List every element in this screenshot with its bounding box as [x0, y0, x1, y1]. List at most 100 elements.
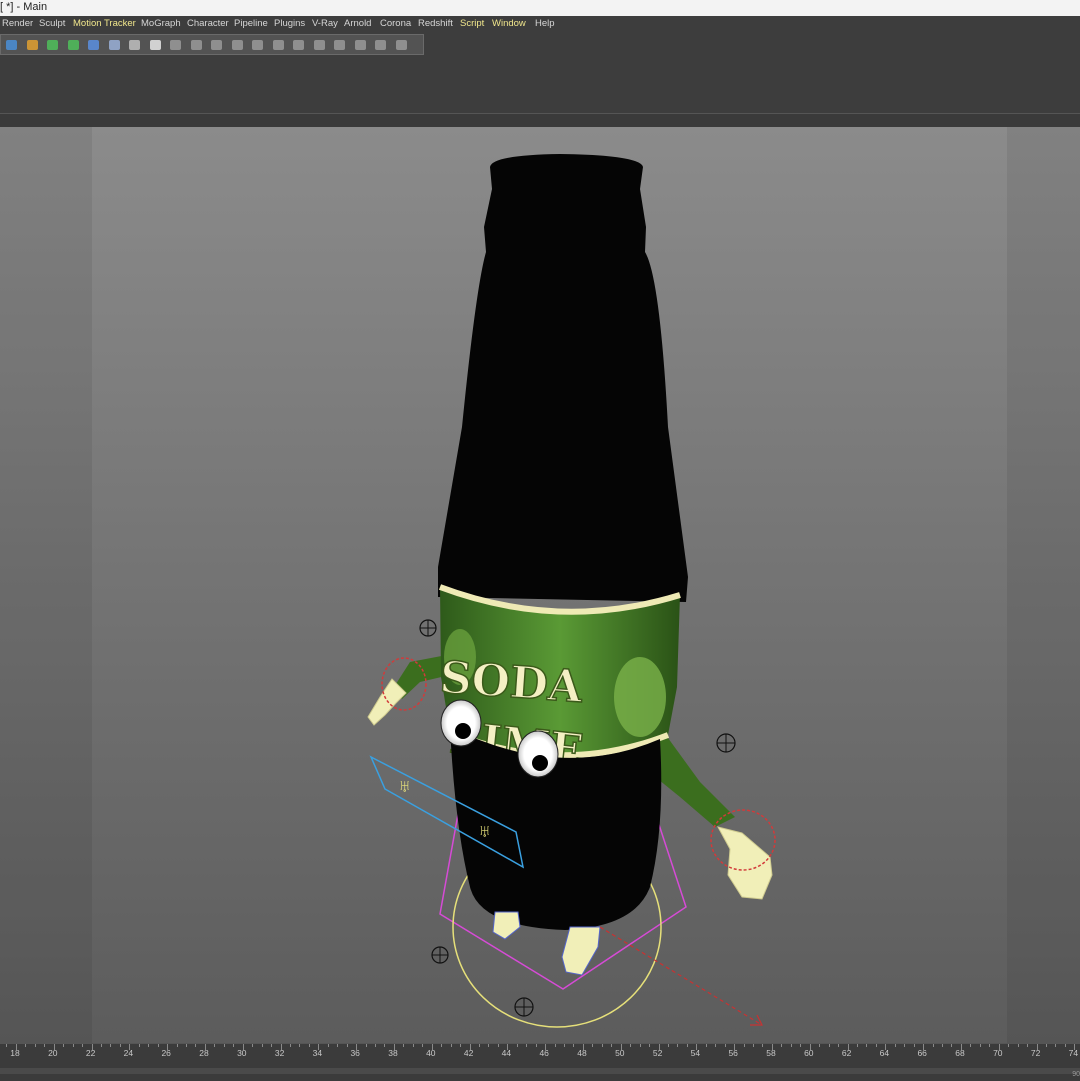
menu-sculpt[interactable]: Sculpt: [39, 16, 65, 32]
right-pupil: [532, 755, 548, 771]
ruler-tick: [686, 1044, 688, 1047]
ruler-tick: [828, 1044, 830, 1047]
left-eye: [440, 699, 482, 747]
ik-foot-symbol: ♅: [398, 776, 412, 796]
ruler-tick: [431, 1044, 433, 1050]
array2-icon[interactable]: [372, 37, 389, 53]
ruler-tick: [979, 1044, 981, 1047]
ruler-tick: [356, 1044, 358, 1050]
ruler-tick: [1008, 1044, 1010, 1047]
deformer-icon[interactable]: [85, 37, 102, 53]
ruler-tick: [91, 1044, 93, 1050]
ruler-tick: [242, 1044, 244, 1050]
menu-window[interactable]: Window: [492, 16, 526, 32]
ruler-tick: [450, 1044, 452, 1047]
menu-arnold[interactable]: Arnold: [344, 16, 371, 32]
null-target[interactable]: [716, 733, 736, 753]
ruler-tick: [951, 1044, 953, 1047]
ruler-tick: [1017, 1044, 1019, 1047]
ruler-tick: [72, 1044, 74, 1047]
ruler-tick: [469, 1044, 471, 1050]
ruler-tick: [800, 1044, 802, 1047]
ruler-tick: [866, 1044, 868, 1047]
menu-character[interactable]: Character: [187, 16, 229, 32]
menu-help[interactable]: Help: [535, 16, 555, 32]
ruler-tick: [989, 1044, 991, 1047]
viewport-header: [0, 113, 1080, 128]
camera-icon[interactable]: [126, 37, 143, 53]
ruler-tick: [375, 1044, 376, 1047]
3d-viewport[interactable]: SODA LIME ♅ ♅: [0, 127, 1080, 1043]
ruler-tick: [403, 1044, 405, 1047]
menu-motion-tracker[interactable]: Motion Tracker: [73, 16, 136, 32]
ruler-tick: [100, 1044, 102, 1047]
null-target[interactable]: [514, 997, 534, 1017]
ruler-tick: [639, 1044, 641, 1047]
toolbar: [0, 33, 1080, 57]
ruler-tick: [129, 1044, 131, 1050]
ruler-tick: [308, 1044, 310, 1047]
wrap-icon[interactable]: [331, 37, 348, 53]
ruler-tick: [223, 1044, 225, 1047]
ruler-tick: [214, 1044, 216, 1047]
ruler-tick: [507, 1044, 509, 1050]
ruler-tick: [25, 1044, 27, 1047]
floor-icon[interactable]: [106, 37, 123, 53]
ruler-tick: [913, 1044, 915, 1047]
menu-plugins[interactable]: Plugins: [274, 16, 305, 32]
menu-mograph[interactable]: MoGraph: [141, 16, 181, 32]
ruler-tick: [34, 1044, 36, 1047]
menu-pipeline[interactable]: Pipeline: [234, 16, 268, 32]
ruler-tick: [119, 1044, 121, 1047]
ik-foot-symbol: ♅: [478, 821, 492, 841]
menu-redshift[interactable]: Redshift: [418, 16, 453, 32]
ruler-tick: [261, 1044, 263, 1047]
sphere-gen-icon[interactable]: [65, 37, 82, 53]
secondary-toolbar: [0, 57, 1080, 151]
bulge-icon[interactable]: [290, 37, 307, 53]
ruler-tick: [923, 1044, 925, 1050]
ruler-tick: [412, 1044, 414, 1047]
ruler-tick: [573, 1044, 575, 1047]
ruler-tick: [167, 1044, 169, 1050]
menu-script[interactable]: Script: [460, 16, 484, 32]
grid-icon[interactable]: [167, 37, 184, 53]
ruler-tick: [960, 1044, 962, 1050]
ruler-tick: [280, 1044, 282, 1050]
shear-icon[interactable]: [311, 37, 328, 53]
ruler-tick: [838, 1044, 840, 1047]
array3-icon[interactable]: [393, 37, 410, 53]
light-icon[interactable]: [147, 37, 164, 53]
spline-icon[interactable]: [188, 37, 205, 53]
ruler-tick: [696, 1044, 698, 1050]
timeline-scrubber[interactable]: [0, 1068, 1080, 1074]
ruler-tick: [705, 1044, 707, 1047]
taper-icon[interactable]: [270, 37, 287, 53]
ruler-tick: [110, 1044, 112, 1047]
ruler-tick: [299, 1044, 301, 1047]
twist-icon[interactable]: [249, 37, 266, 53]
ruler-tick: [1055, 1044, 1057, 1047]
timeline-ruler[interactable]: 90 18 20 22 24 26 28 30 32 34 36 38 40 42 44 46 48 50 52 5…: [0, 1043, 1080, 1081]
ruler-tick: [790, 1044, 792, 1047]
null-target[interactable]: [431, 946, 449, 964]
ruler-tick: [970, 1044, 972, 1047]
pen-icon[interactable]: [24, 37, 41, 53]
null-target[interactable]: [419, 619, 437, 637]
cloner-icon[interactable]: [44, 37, 61, 53]
menu-render[interactable]: Render: [2, 16, 33, 32]
ruler-tick: [667, 1044, 669, 1047]
ruler-tick: [771, 1044, 773, 1050]
ruler-tick: [753, 1044, 754, 1047]
ruler-tick: [63, 1044, 65, 1047]
ruler-tick: [460, 1044, 462, 1047]
cube-icon[interactable]: [3, 37, 20, 53]
menu-corona[interactable]: Corona: [380, 16, 411, 32]
ruler-tick: [620, 1044, 622, 1050]
array-icon[interactable]: [352, 37, 369, 53]
bend-icon[interactable]: [229, 37, 246, 53]
ruler-tick: [658, 1044, 660, 1050]
ruler-tick: [715, 1044, 717, 1047]
menu-v-ray[interactable]: V-Ray: [312, 16, 338, 32]
polygon-icon[interactable]: [208, 37, 225, 53]
